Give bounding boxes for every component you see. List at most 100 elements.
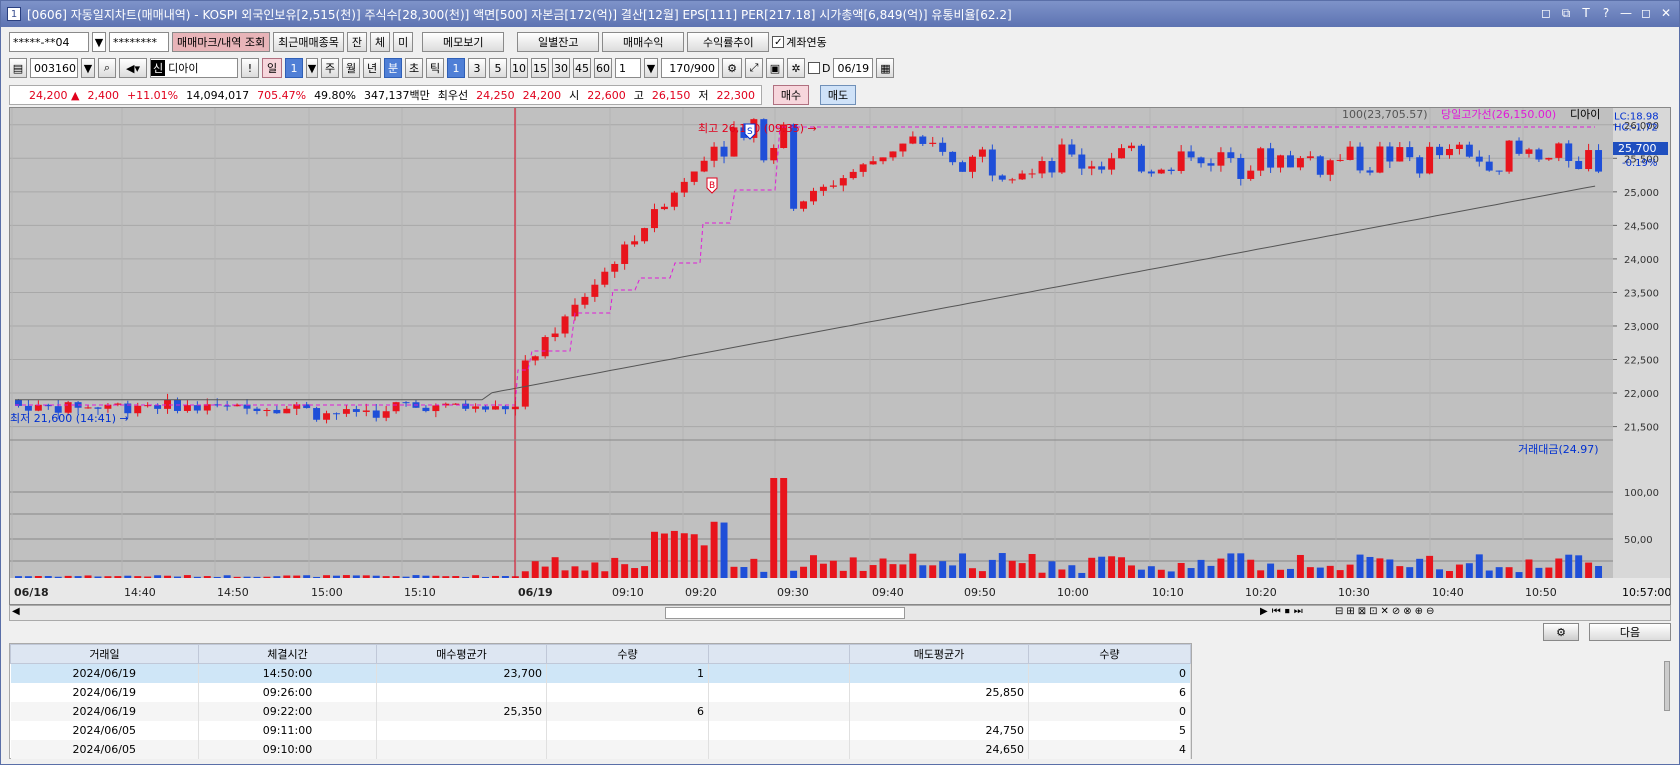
chart-area[interactable]: 26,000 25,500 25,000 24,500 24,000 23,500 23,0… [9,107,1671,605]
account-dropdown-icon[interactable]: ▼ [92,32,106,52]
count-field[interactable]: 1 [615,58,641,78]
playback-controls-icon[interactable]: ▶⏮⏹⏭ [1260,606,1307,617]
table-row[interactable]: 2024/06/19 14:50:00 23,700 1 0 [10,663,1191,683]
interval-10-button[interactable]: 10 [510,58,528,78]
account-link-checkbox[interactable]: ✓ 계좌연동 [772,34,827,50]
volume-bar [1326,565,1334,578]
minimize-icon[interactable]: — [1619,5,1633,21]
scroll-left-icon[interactable]: ◀ [12,606,20,617]
candle-body [899,143,907,152]
daily-balance-button[interactable]: 일별잔고 [517,32,600,52]
interval-30-button[interactable]: 30 [552,58,570,78]
candle-body [372,410,380,418]
trade-profit-button[interactable]: 매매수익 [602,32,685,52]
period-num-field[interactable]: 1 [285,58,303,78]
count-dropdown-icon[interactable]: ▼ [644,58,658,78]
account-field[interactable]: *****-**04 [9,32,89,52]
table-row[interactable]: 2024/06/05 09:11:00 24,750 5 [10,720,1191,740]
save-icon[interactable]: ▣ [766,58,784,78]
candle-body [501,406,509,410]
volume-bar [551,557,559,578]
candle-body [998,175,1006,180]
interval-45-button[interactable]: 45 [573,58,591,78]
interval-3-button[interactable]: 3 [468,58,486,78]
table-row[interactable]: 2024/06/19 09:26:00 25,850 6 [10,682,1191,702]
interval-5-button[interactable]: 5 [489,58,507,78]
calendar-icon[interactable]: ▦ [876,58,895,78]
candle-body [651,209,658,229]
candle-body [790,124,798,209]
line-tool-icon[interactable]: ⤢ [745,58,763,78]
volume-bar [521,571,529,578]
close-icon[interactable]: ✕ [1659,5,1673,21]
chart-scrollbar[interactable]: ◀ ▶⏮⏹⏭ ⊟⊞⊠⊡✕⊘⊗⊕⊖ [9,605,1671,621]
period-dropdown-icon[interactable]: ▼ [306,58,318,78]
candle-body [1326,160,1334,175]
period-day-button[interactable]: 일 [262,58,282,78]
alert-button[interactable]: ! [241,58,259,78]
candle-body [810,190,817,202]
table-row[interactable]: 2024/06/05 09:10:00 24,650 4 [10,739,1191,759]
recent-trades-button[interactable]: 최근매매종목 [273,32,344,52]
period-month-button[interactable]: 월 [342,58,360,78]
code-dropdown-icon[interactable]: ▼ [81,58,95,78]
period-minute-button[interactable]: 분 [384,58,402,78]
copy-icon[interactable]: ⧉ [1559,5,1573,21]
interval-60-button[interactable]: 60 [594,58,612,78]
volume-bar [1306,567,1314,578]
stock-code-field[interactable]: 003160 [30,58,78,78]
memo-button[interactable]: 메모보기 [422,32,505,52]
cell-blank [708,720,850,740]
interval-15-button[interactable]: 15 [531,58,549,78]
balance-button[interactable]: 잔 [346,32,368,52]
profit-trend-button[interactable]: 수익률추이 [687,32,770,52]
period-week-button[interactable]: 주 [321,58,339,78]
restore-icon[interactable]: ◻ [1539,5,1553,21]
period-year-button[interactable]: 년 [363,58,381,78]
table-scrollbar[interactable] [1664,661,1670,711]
volume-bar [829,560,837,578]
unfilled-button[interactable]: 미 [393,32,414,52]
volume-bar [313,576,321,578]
y-tick-label: 22,500 [1624,356,1659,367]
candle-body [342,409,350,414]
interval-1-button[interactable]: 1 [447,58,465,78]
date-field[interactable]: 06/19 [833,58,874,78]
range-field[interactable]: 170/900 [661,58,719,78]
low-price: 22,300 [716,88,756,102]
volume-bar [452,576,460,578]
candle-body [1436,146,1444,156]
current-pct-label: -0.19% [1622,158,1657,169]
trade-marks-button[interactable]: 매매마크/내역 조회 [172,32,271,52]
scroll-thumb[interactable] [665,607,905,619]
prior-label: 최우선 [437,89,469,102]
settings-icon[interactable]: ✲ [787,58,805,78]
sound-icon[interactable]: ◀▾ [119,58,147,78]
x-tick-label: 10:50 [1525,586,1557,599]
layout-icon[interactable]: ▤ [9,58,27,78]
candle-body [770,148,778,161]
volume-bar [1555,558,1563,578]
executed-button[interactable]: 체 [370,32,391,52]
period-second-button[interactable]: 초 [405,58,423,78]
date-checkbox[interactable]: D [808,62,830,75]
table-settings-icon[interactable]: ⚙ [1543,623,1579,641]
period-tick-button[interactable]: 틱 [426,58,444,78]
password-field[interactable]: ******** [109,32,169,52]
table-row[interactable]: 2024/06/19 09:22:00 25,350 6 0 [10,701,1191,721]
sell-button[interactable]: 매도 [820,85,856,105]
search-icon[interactable]: ⌕ [98,58,116,78]
help-icon[interactable]: ? [1599,5,1613,21]
price-chart[interactable]: 26,00025,50025,00024,50024,00023,50023,0… [10,108,1671,605]
font-icon[interactable]: T [1579,5,1593,21]
stock-name: 디아이 [168,62,199,75]
indicator-icon[interactable]: ⚙ [722,58,742,78]
chart-tools-icon[interactable]: ⊟⊞⊠⊡✕⊘⊗⊕⊖ [1335,606,1437,617]
candle-body [1426,146,1434,174]
buy-button[interactable]: 매수 [773,85,809,105]
maximize-icon[interactable]: ◻ [1639,5,1653,21]
candle-body [1108,158,1116,170]
price-change: 2,400 [87,88,119,102]
next-button[interactable]: 다음 [1589,623,1671,641]
stock-name-field[interactable]: 신 디아이 [150,58,238,78]
